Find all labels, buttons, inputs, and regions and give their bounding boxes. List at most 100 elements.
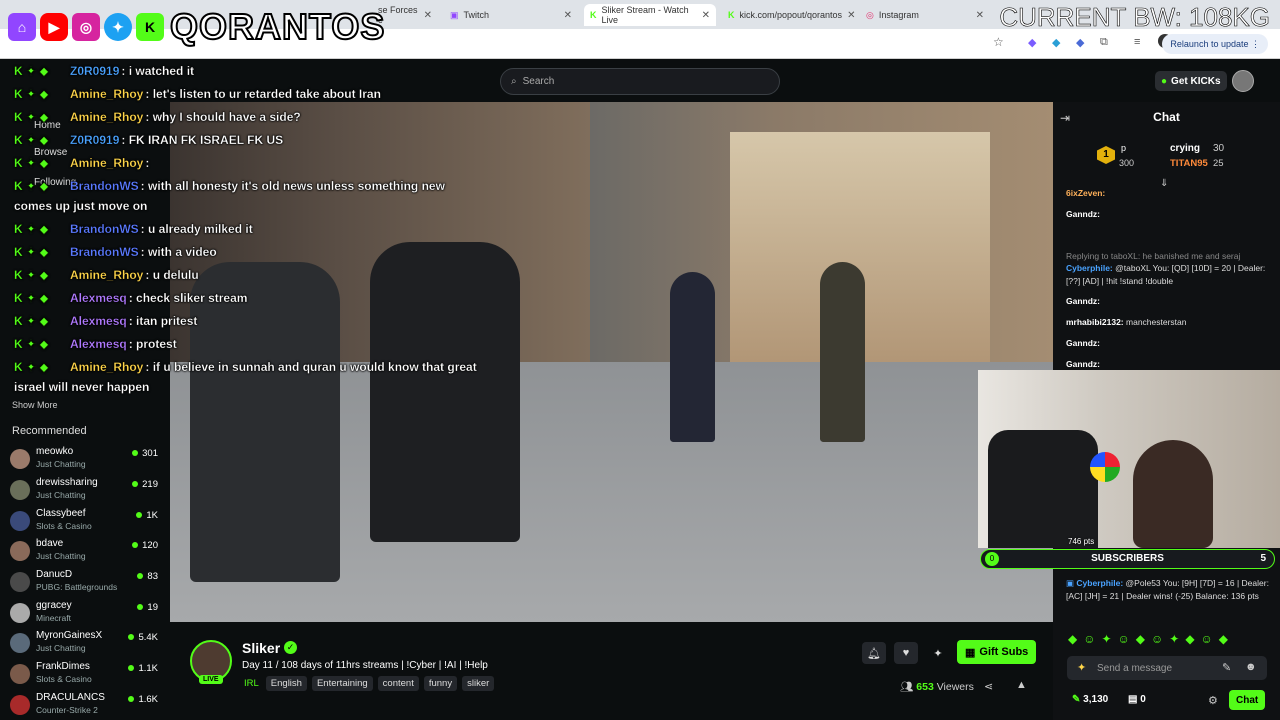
message-placeholder: Send a message <box>1097 662 1173 674</box>
channel-viewers: 1.1K <box>128 663 158 674</box>
gift-subs-button[interactable]: ▦ Gift Subs <box>957 640 1037 664</box>
recommended-channel[interactable]: drewissharing Just Chatting 219 <box>10 477 162 505</box>
close-icon[interactable]: ✕ <box>702 10 710 21</box>
recommended-channel[interactable]: MyronGainesX Just Chatting 5.4K <box>10 630 162 658</box>
tag[interactable]: Entertaining <box>311 676 373 691</box>
search-placeholder: Search <box>522 76 555 87</box>
twitter-icon: ✦ <box>104 13 132 41</box>
channel-category: Minecraft <box>36 613 71 623</box>
recommended-channel[interactable]: DRACULANCS Counter-Strike 2 1.6K <box>10 692 162 720</box>
relaunch-button[interactable]: Relaunch to update ⋮ <box>1162 34 1268 54</box>
menu-icon[interactable]: ≡ <box>1134 36 1140 48</box>
share-icon[interactable]: ⋖ <box>984 680 993 693</box>
extension-icon[interactable]: ◆ <box>1028 36 1036 49</box>
message-input[interactable]: Send a message <box>1067 656 1267 680</box>
video-person <box>190 262 340 582</box>
follow-button[interactable]: ♥ <box>894 642 918 664</box>
pinned-user: p <box>1121 143 1127 153</box>
tab-label: kick.com/popout/qorantos <box>739 10 843 20</box>
recommended-channel[interactable]: ggracey Minecraft 19 <box>10 600 162 628</box>
bookmark-star-icon[interactable]: ☆ <box>993 35 1004 49</box>
browser-tab[interactable]: ◎ Instagram ✕ <box>860 4 990 26</box>
search-input[interactable]: ⌕ Search <box>500 68 780 95</box>
channel-avatar <box>10 511 30 531</box>
channel-avatar <box>10 541 30 561</box>
tag[interactable]: English <box>265 676 307 691</box>
get-kicks-button[interactable]: ● Get KICKs <box>1155 71 1227 91</box>
sparkle-icon[interactable]: ✦ <box>1077 661 1086 674</box>
notification-bell-button[interactable]: 🔔︎ <box>862 642 886 664</box>
streamer-name[interactable]: Sliker <box>242 640 280 656</box>
close-icon[interactable]: ✕ <box>847 10 855 21</box>
chat-username[interactable]: Ganndz: <box>1066 296 1100 306</box>
chat-username[interactable]: 6ixZeven: <box>1066 188 1105 198</box>
overlay-chat-user: Amine_Rhoy <box>70 268 144 282</box>
chat-username[interactable]: Ganndz: <box>1066 359 1100 369</box>
emote-row[interactable]: ◆☺✦☺◆☺✦◆☺◆ <box>1068 632 1234 646</box>
chat-message: 6ixZeven: <box>1066 187 1271 200</box>
browser-tab[interactable]: ▣ Twitch ✕ <box>444 4 578 26</box>
gift-subs-label: Gift Subs <box>979 646 1029 658</box>
tag[interactable]: sliker <box>462 676 495 691</box>
overlay-chat-line: K ✦ ◆ Amine_Rhoy: u delulu <box>14 268 199 282</box>
tag[interactable]: content <box>377 676 419 691</box>
chat-badges-icon: K ✦ ◆ <box>14 156 49 170</box>
close-icon[interactable]: ✕ <box>424 10 432 21</box>
overlay-brand-name: QORANTOS <box>169 5 386 48</box>
close-icon[interactable]: ✕ <box>564 10 572 21</box>
emoji-icon[interactable]: ☻ <box>1245 661 1257 673</box>
report-icon[interactable]: ▲ <box>1016 679 1027 691</box>
chat-username[interactable]: Cyberphile: <box>1076 578 1123 588</box>
category-link[interactable]: IRL <box>242 676 261 691</box>
send-chat-button[interactable]: Chat <box>1229 690 1266 710</box>
puzzle-icon[interactable]: ⧉ <box>1100 36 1108 49</box>
kick-icon: K <box>728 10 735 20</box>
webcam-points: 746 pts <box>1068 537 1095 546</box>
clip-button[interactable]: ✦ <box>926 642 950 664</box>
chat-badges-icon: K ✦ ◆ <box>14 64 49 78</box>
browser-tab[interactable]: Kkick.com/popout/qorantos ✕ <box>722 4 856 26</box>
kick-icon: K <box>590 10 597 20</box>
channel-name: MyronGainesX <box>36 630 103 641</box>
chat-username[interactable]: Ganndz: <box>1066 338 1100 348</box>
subscribers-goal: 5 <box>1260 553 1266 564</box>
chat-message: Ganndz: <box>1066 295 1271 308</box>
gear-icon[interactable]: ⚙ <box>1208 694 1218 707</box>
box-icon: ▤ <box>1128 694 1138 705</box>
chat-badges-icon: K ✦ ◆ <box>14 179 49 193</box>
overlay-chat-user: Alexmesq <box>70 291 127 305</box>
tab-label: Sliker Stream - Watch Live <box>601 5 689 25</box>
chat-username[interactable]: Ganndz: <box>1066 209 1100 219</box>
close-icon[interactable]: ✕ <box>976 10 984 21</box>
viewers-label: Viewers <box>936 681 974 693</box>
kicks-balance: ▤ 0 <box>1128 694 1146 705</box>
overlay-chat-user: Amine_Rhoy <box>70 110 144 124</box>
extension-icon[interactable]: ◆ <box>1076 36 1084 49</box>
recommended-channel[interactable]: meowko Just Chatting 301 <box>10 446 162 474</box>
recommended-channel[interactable]: Classybeef Slots & Casino 1K <box>10 508 162 536</box>
sparkle-icon: ✦ <box>933 647 943 660</box>
profile-avatar[interactable] <box>1232 70 1254 92</box>
chat-username[interactable]: Cyberphile: <box>1066 263 1113 273</box>
users-icon: 👥︎ <box>900 681 914 693</box>
channel-category: Just Chatting <box>36 459 86 469</box>
bell-icon: 🔔︎ <box>867 647 881 660</box>
chat-username[interactable]: mrhabibi2132: <box>1066 317 1124 327</box>
kicks-icon: ● <box>1161 75 1168 87</box>
recommended-channel[interactable]: bdave Just Chatting 120 <box>10 538 162 566</box>
recommended-channel[interactable]: DanucD PUBG: Battlegrounds 83 <box>10 569 162 597</box>
overlay-chat-text: comes up just move on <box>14 199 148 213</box>
overlay-chat-text: : with a video <box>140 245 217 259</box>
tag[interactable]: funny <box>423 676 458 691</box>
channel-viewers: 5.4K <box>128 632 158 643</box>
overlay-chat-line: K ✦ ◆ Amine_Rhoy: <box>14 156 150 170</box>
recommended-channel[interactable]: FrankDimes Slots & Casino 1.1K <box>10 661 162 689</box>
browser-tab-active[interactable]: K Sliker Stream - Watch Live ✕ <box>584 4 716 26</box>
live-badge: LIVE <box>199 675 223 684</box>
extension-icon[interactable]: ◆ <box>1052 36 1060 49</box>
show-more-link[interactable]: Show More <box>12 400 58 410</box>
overlay-chat-line: K ✦ ◆ Alexmesq: itan pritest <box>14 314 198 328</box>
channel-points: ✎ 3,130 <box>1072 694 1108 705</box>
chat-badges-icon: K ✦ ◆ <box>14 314 49 328</box>
emote-picker-icon[interactable]: ✎ <box>1222 661 1231 674</box>
